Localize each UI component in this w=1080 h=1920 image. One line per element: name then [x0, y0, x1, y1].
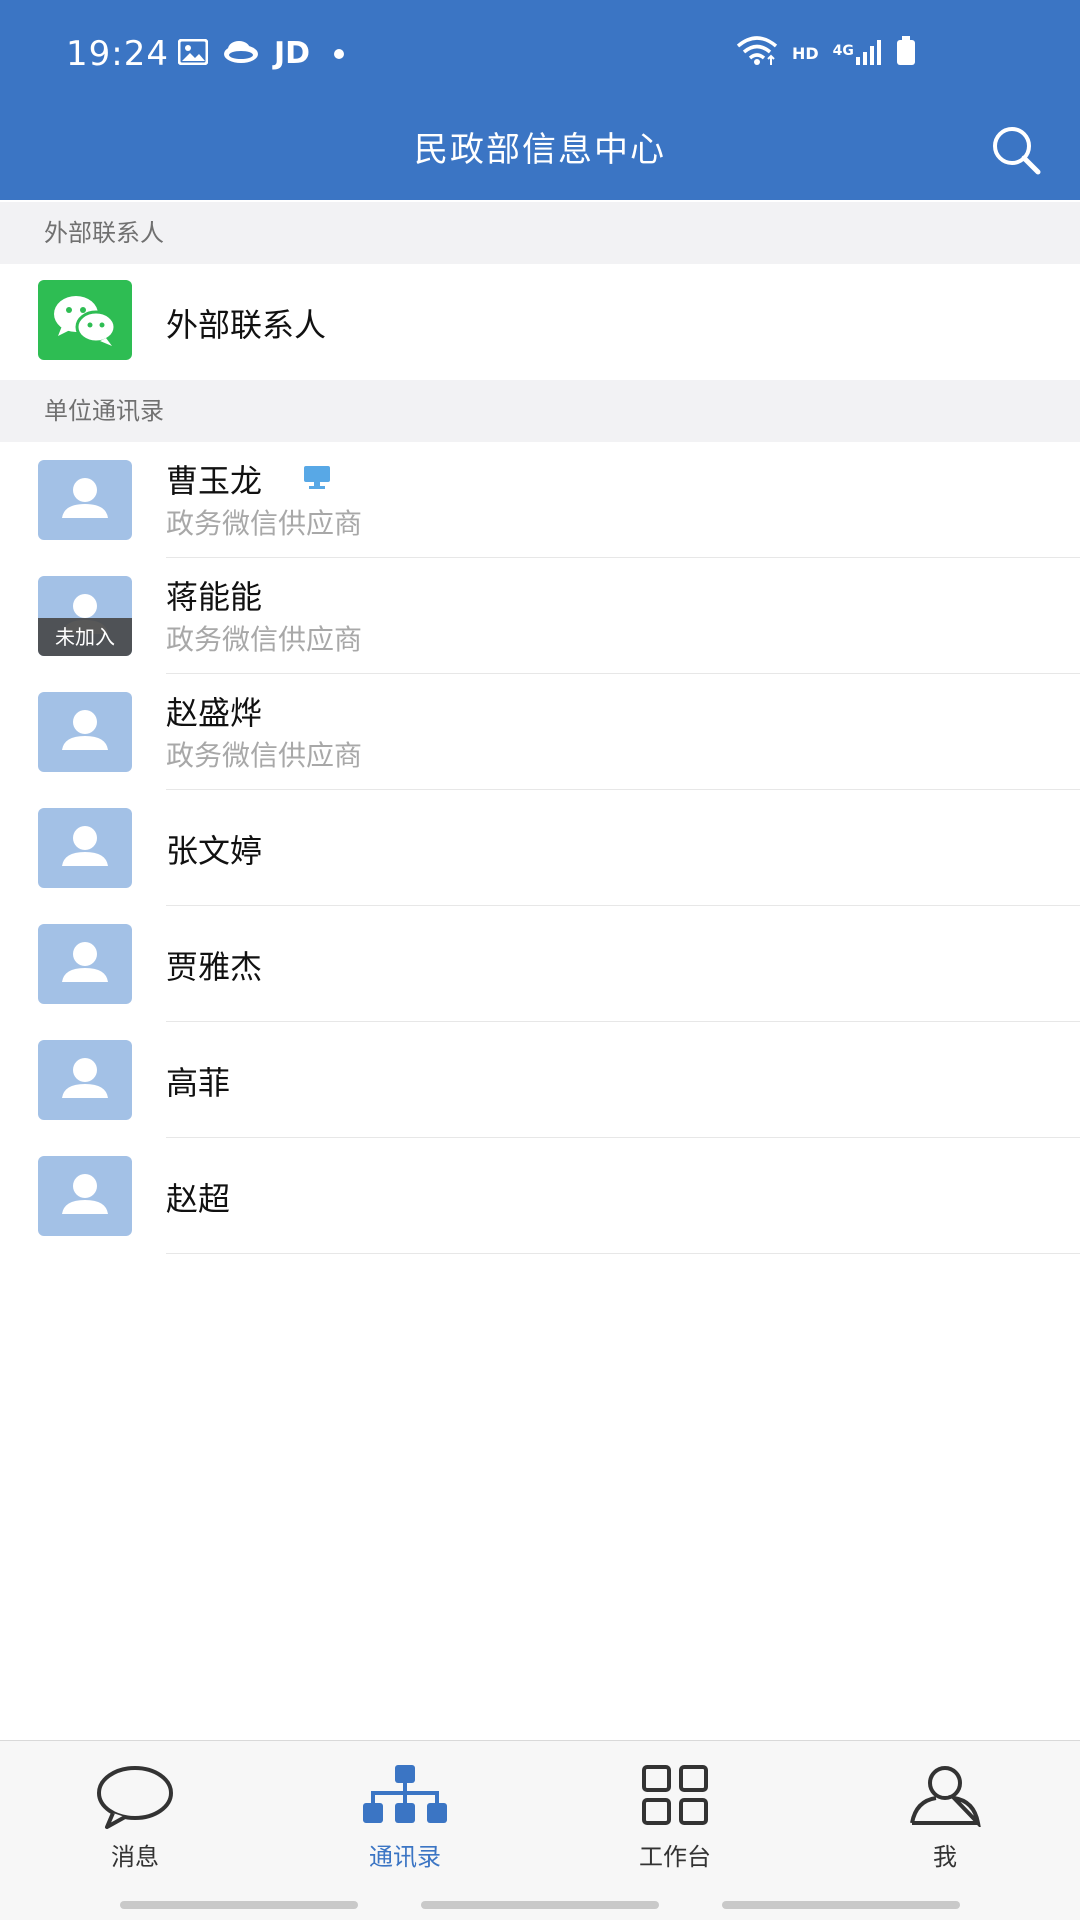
- tab-workbench-label: 工作台: [639, 1843, 711, 1871]
- contact-row[interactable]: 赵超: [0, 1138, 1080, 1254]
- avatar: [38, 460, 132, 540]
- status-time: 19:24: [66, 34, 169, 74]
- page-title: 民政部信息中心: [414, 130, 666, 170]
- section-header-external: 外部联系人: [0, 202, 1080, 264]
- tab-contacts[interactable]: 通讯录: [270, 1741, 540, 1881]
- tab-messages-label: 消息: [111, 1843, 159, 1871]
- signal-icon: [854, 37, 882, 69]
- tab-contacts-label: 通讯录: [369, 1843, 441, 1871]
- contact-name: 张文婷: [166, 832, 263, 870]
- gesture-bar-left: [120, 1901, 358, 1909]
- gesture-bar-right: [722, 1901, 960, 1909]
- notification-dot: [334, 48, 345, 59]
- battery-icon: [896, 36, 916, 70]
- app-header: 19:24 JD HD 4G 民政部信息中心: [0, 0, 1080, 200]
- search-button[interactable]: [988, 122, 1044, 178]
- gesture-bar-center: [421, 1901, 659, 1909]
- avatar: [38, 1156, 132, 1236]
- tab-me-label: 我: [933, 1843, 957, 1871]
- status-bar: 19:24 JD HD 4G: [0, 0, 1080, 112]
- contact-row[interactable]: 高菲: [0, 1022, 1080, 1138]
- tab-messages[interactable]: 消息: [0, 1741, 270, 1881]
- contact-row[interactable]: 曹玉龙政务微信供应商: [0, 442, 1080, 558]
- not-joined-badge: 未加入: [38, 618, 132, 656]
- contact-subtitle: 政务微信供应商: [166, 507, 363, 540]
- search-icon: [988, 127, 1044, 182]
- cloud-hat-icon: [222, 39, 260, 69]
- contact-row[interactable]: 张文婷: [0, 790, 1080, 906]
- jd-label: JD: [274, 36, 311, 71]
- contact-name: 贾雅杰: [166, 948, 263, 986]
- contact-name: 高菲: [166, 1064, 231, 1102]
- wechat-avatar: [38, 280, 132, 360]
- section-header-unit: 单位通讯录: [0, 380, 1080, 442]
- contact-name: 蒋能能: [166, 578, 263, 616]
- avatar: 未加入: [38, 576, 132, 656]
- avatar: [38, 924, 132, 1004]
- desktop-online-icon: [302, 464, 332, 494]
- contact-row[interactable]: 贾雅杰: [0, 906, 1080, 1022]
- tab-me[interactable]: 我: [810, 1741, 1080, 1881]
- network-type-label: 4G: [832, 43, 854, 59]
- contact-subtitle: 政务微信供应商: [166, 623, 363, 656]
- tab-bar: 消息 通讯录 工作台 我: [0, 1740, 1080, 1920]
- hd-label: HD: [792, 43, 819, 63]
- contact-name: 曹玉龙: [166, 462, 263, 500]
- wifi-icon: [736, 36, 778, 70]
- tab-workbench[interactable]: 工作台: [540, 1741, 810, 1881]
- contact-name: 赵超: [166, 1180, 231, 1218]
- avatar: [38, 692, 132, 772]
- contact-subtitle: 政务微信供应商: [166, 739, 363, 772]
- status-right-icons: HD 4G: [736, 36, 916, 70]
- status-left-icons: JD: [177, 36, 345, 71]
- external-contacts-label: 外部联系人: [166, 306, 327, 344]
- external-contacts-row[interactable]: 外部联系人: [0, 264, 1080, 380]
- contact-row[interactable]: 赵盛烨政务微信供应商: [0, 674, 1080, 790]
- signal-group: 4G: [833, 37, 882, 69]
- avatar: [38, 808, 132, 888]
- gallery-icon: [177, 38, 209, 69]
- row-divider: [166, 1253, 1080, 1254]
- contact-name: 赵盛烨: [166, 694, 263, 732]
- avatar: [38, 1040, 132, 1120]
- contact-row[interactable]: 未加入 蒋能能政务微信供应商: [0, 558, 1080, 674]
